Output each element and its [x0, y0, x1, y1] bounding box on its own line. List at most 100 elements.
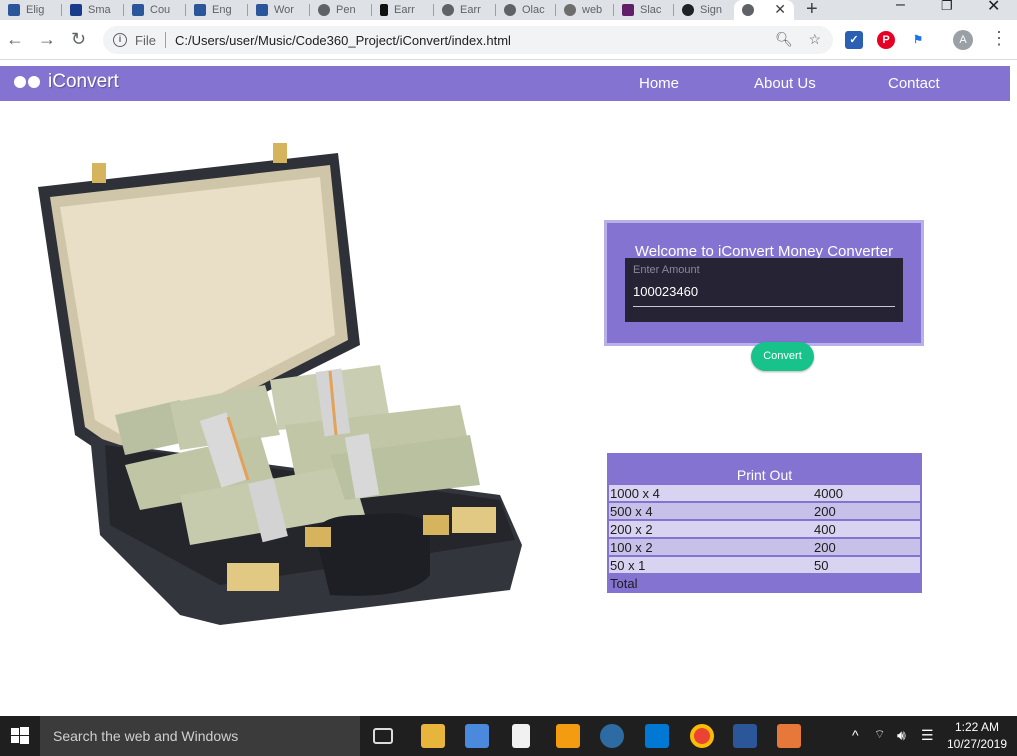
globe-icon [442, 4, 454, 16]
profile-avatar[interactable]: A [953, 30, 973, 50]
app-icon[interactable] [600, 724, 624, 748]
bookmark-star-icon[interactable]: ☆ [808, 31, 821, 47]
clock-time: 1:22 AM [954, 720, 1000, 734]
window-close-icon[interactable]: ✕ [987, 0, 1000, 16]
browser-toolbar: ← → ↻ i File C:/Users/user/Music/Code360… [0, 20, 1017, 60]
notifications-icon[interactable]: ☰ [921, 727, 934, 744]
browser-tab[interactable]: Olac [496, 0, 556, 20]
nav-contact[interactable]: Contact [888, 75, 940, 92]
amount-cell: 200 [814, 504, 836, 519]
browser-tab[interactable]: Sma [62, 0, 124, 20]
browser-tab[interactable]: Sign [674, 0, 732, 20]
menu-kebab-icon[interactable]: ⋮ [990, 28, 1008, 49]
pinterest-icon[interactable]: P [877, 31, 895, 49]
table-row: 200 x 2 400 [609, 521, 920, 538]
amount-cell: 50 [814, 558, 829, 573]
chrome-icon[interactable] [690, 724, 714, 748]
wifi-icon[interactable]: ⌔ [874, 727, 885, 742]
denomination-cell: 50 x 1 [610, 558, 646, 573]
forward-icon[interactable]: → [38, 29, 56, 50]
back-icon[interactable]: ← [6, 29, 24, 50]
globe-icon [504, 4, 516, 16]
tab-favicon-icon [8, 4, 20, 16]
tray-chevron-up-icon[interactable]: ^ [852, 727, 859, 743]
amount-cell: 200 [814, 540, 836, 555]
amount-field[interactable]: Enter Amount 100023460 [625, 258, 903, 322]
browser-tab[interactable]: Pen [310, 0, 372, 20]
table-row: 1000 x 4 4000 [609, 485, 920, 502]
new-tab-button[interactable]: + [806, 0, 818, 21]
task-view-icon[interactable] [373, 728, 393, 744]
close-tab-icon[interactable]: ✕ [774, 1, 786, 18]
maximize-icon[interactable]: ❐ [941, 0, 953, 14]
word-icon[interactable] [733, 724, 757, 748]
info-icon[interactable]: i [113, 33, 127, 47]
reload-icon[interactable]: ↻ [71, 29, 86, 50]
tab-favicon-icon [380, 4, 388, 16]
brand-logo[interactable]: iConvert [14, 71, 119, 93]
document-icon[interactable] [512, 724, 530, 748]
logo-dot-icon [28, 76, 40, 88]
zoom-icon[interactable]: 🔍︎ [775, 31, 793, 47]
file-explorer-icon[interactable] [421, 724, 445, 748]
brand-name: iConvert [48, 71, 119, 92]
browser-tab-active[interactable]: ✕ [734, 0, 794, 20]
denomination-cell: 500 x 4 [610, 504, 653, 519]
browser-tab[interactable]: Cou [124, 0, 186, 20]
money-briefcase-illustration [38, 143, 522, 625]
vscode-icon[interactable] [645, 724, 669, 748]
browser-tab[interactable]: Eng [186, 0, 248, 20]
logo-dot-icon [14, 76, 26, 88]
amount-input[interactable]: 100023460 [633, 284, 698, 299]
nav-home[interactable]: Home [639, 75, 679, 92]
url-scheme-label: File [135, 32, 156, 48]
address-bar[interactable]: i File C:/Users/user/Music/Code360_Proje… [103, 26, 833, 54]
url-text[interactable]: C:/Users/user/Music/Code360_Project/iCon… [175, 33, 511, 48]
browser-tab[interactable]: Earr [434, 0, 496, 20]
denomination-cell: 100 x 2 [610, 540, 653, 555]
windows-start-icon[interactable] [0, 716, 40, 756]
globe-icon [742, 4, 754, 16]
table-row: 50 x 1 50 [609, 557, 920, 574]
site-navbar: iConvert Home About Us Contact [0, 66, 1010, 101]
taskbar-clock[interactable]: 1:22 AM 10/27/2019 [946, 719, 1008, 753]
media-player-icon[interactable] [777, 724, 801, 748]
converter-card: Welcome to iConvert Money Converter Ente… [604, 220, 924, 346]
browser-tab[interactable]: web [556, 0, 614, 20]
total-label: Total [610, 576, 638, 591]
todo-extension-icon[interactable]: ✓ [845, 31, 863, 49]
table-row: 100 x 2 200 [609, 539, 920, 556]
tab-favicon-icon [256, 4, 268, 16]
browser-tab[interactable]: Wor [248, 0, 310, 20]
tab-favicon-icon [564, 4, 576, 16]
taskbar-search-input[interactable]: Search the web and Windows [40, 716, 360, 756]
tab-favicon-icon [194, 4, 206, 16]
nav-about-us[interactable]: About Us [754, 75, 816, 92]
browser-tab-strip: Elig Sma Cou Eng Wor Pen Earr Earr Olac … [0, 0, 1017, 20]
amount-field-label: Enter Amount [633, 264, 700, 276]
tab-favicon-icon [682, 4, 694, 16]
volume-icon[interactable]: 🔊︎ [897, 727, 906, 744]
minimize-icon[interactable]: – [896, 0, 905, 14]
table-row: 500 x 4 200 [609, 503, 920, 520]
browser-tab[interactable]: Slac [614, 0, 674, 20]
browser-tab[interactable]: Earr [372, 0, 434, 20]
amount-cell: 4000 [814, 486, 843, 501]
printout-title: Print Out [736, 467, 793, 483]
extension-icon[interactable]: ⚑ [909, 31, 927, 49]
clock-date: 10/27/2019 [946, 737, 1008, 751]
windows-taskbar: Search the web and Windows ^ ⌔ 🔊︎ ☰ 1:22… [0, 716, 1017, 756]
printout-table: Print Out 1000 x 4 4000 500 x 4 200 200 … [607, 453, 922, 593]
denomination-cell: 200 x 2 [610, 522, 653, 537]
amount-field-underline [633, 306, 895, 307]
denomination-cell: 1000 x 4 [610, 486, 660, 501]
convert-button[interactable]: Convert [751, 342, 814, 371]
tab-favicon-icon [70, 4, 82, 16]
tab-favicon-icon [132, 4, 144, 16]
slack-icon [622, 4, 634, 16]
computer-icon[interactable] [465, 724, 489, 748]
total-row: Total [609, 575, 920, 592]
globe-icon [318, 4, 330, 16]
sublime-text-icon[interactable] [556, 724, 580, 748]
browser-tab[interactable]: Elig [0, 0, 62, 20]
